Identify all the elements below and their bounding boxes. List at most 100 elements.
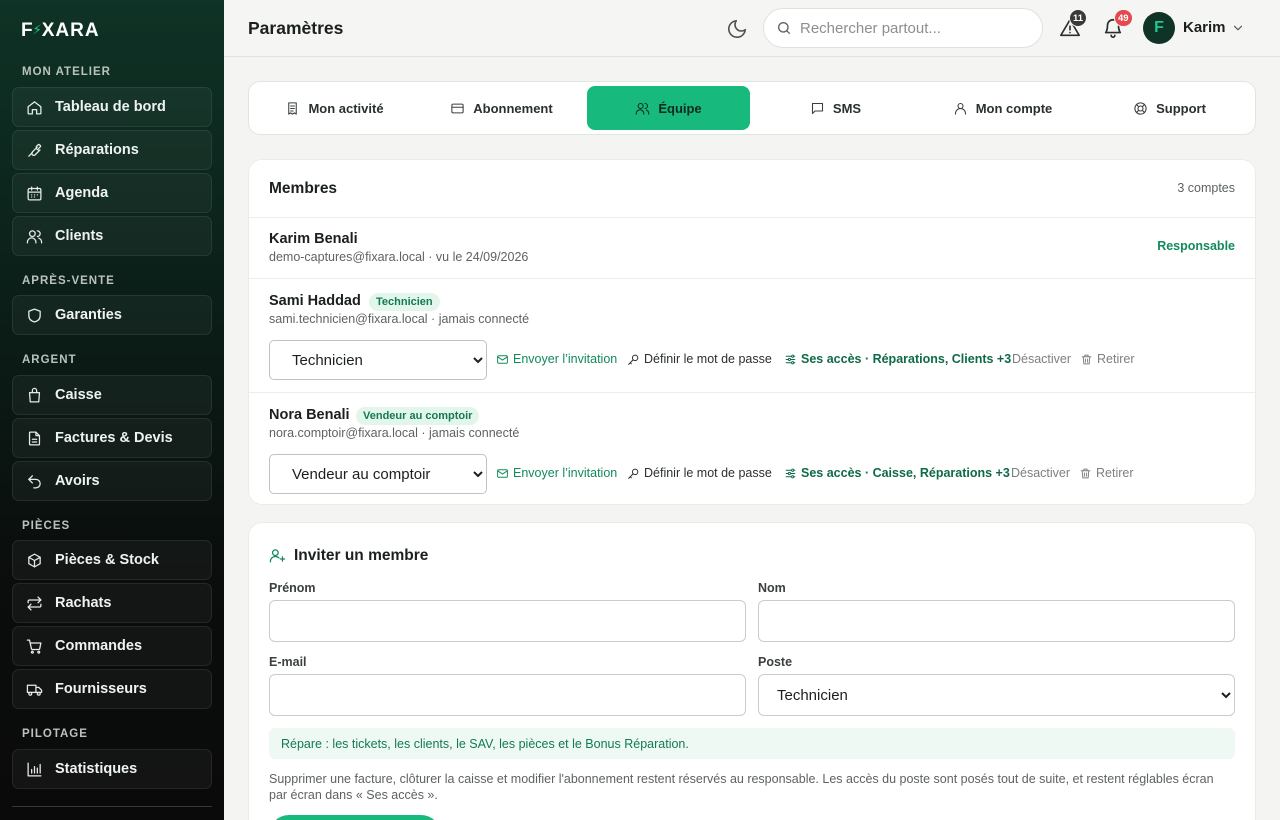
calendar-icon: [27, 185, 42, 201]
invite-title: Inviter un membre: [294, 547, 429, 564]
role-badge: Vendeur au comptoir: [356, 407, 480, 425]
key-icon: [628, 468, 639, 479]
settings-tabs: Mon activité Abonnement Équipe SMS Mon c…: [248, 81, 1256, 135]
sidebar-item-garanties[interactable]: Garanties: [12, 295, 212, 335]
sidebar-item-commandes[interactable]: Commandes: [12, 626, 212, 666]
action-label: Définir le mot de passe: [644, 466, 772, 480]
users-icon: [26, 229, 43, 244]
set-password-button[interactable]: Définir le mot de passe: [627, 466, 772, 480]
tab-support[interactable]: Support: [1088, 86, 1251, 130]
truck-icon: [26, 684, 43, 696]
sidebar-item-factures-devis[interactable]: Factures & Devis: [12, 418, 212, 458]
remove-button[interactable]: Retirer: [1079, 466, 1134, 480]
action-label: Envoyer l’invitation: [513, 466, 618, 480]
message-icon: [811, 102, 823, 114]
sidebar-item-label: Fournisseurs: [55, 681, 147, 697]
sidebar-item-label: Factures & Devis: [55, 430, 173, 446]
sidebar-item-rachats[interactable]: Rachats: [12, 583, 212, 623]
divider: [249, 392, 1255, 393]
sidebar-item-fournisseurs[interactable]: Fournisseurs: [12, 669, 212, 709]
avatar[interactable]: F: [1143, 12, 1175, 44]
global-search[interactable]: [763, 8, 1043, 48]
mail-icon: [497, 468, 508, 478]
trash-icon: [1080, 468, 1091, 478]
undo-icon: [28, 474, 41, 489]
mail-icon: [497, 354, 508, 364]
sidebar-item-caisse[interactable]: Caisse: [12, 375, 212, 415]
section-title-apres-vente: APRÈS-VENTE: [22, 275, 115, 287]
action-label: Ses accès · Caisse, Réparations +3: [801, 466, 1010, 480]
member-name: Sami Haddad: [269, 293, 361, 309]
tab-label: Mon compte: [975, 100, 1053, 116]
sidebar-item-pieces-stock[interactable]: Pièces & Stock: [12, 540, 212, 580]
credit-card-icon: [451, 103, 464, 113]
sidebar-item-label: Clients: [55, 228, 104, 244]
box-icon: [28, 552, 41, 568]
tab-label: Support: [1156, 100, 1206, 116]
send-invite-button[interactable]: Envoyer l’invitation: [496, 352, 617, 366]
email-label: E-mail: [269, 655, 307, 669]
wrench-icon: [28, 143, 42, 157]
member-name: Karim Benali: [269, 231, 358, 247]
search-input[interactable]: [800, 19, 1020, 37]
user-name[interactable]: Karim: [1183, 19, 1226, 36]
sliders-icon: [785, 354, 796, 364]
tab-equipe[interactable]: Équipe: [587, 86, 750, 130]
invite-poste-select[interactable]: Technicien: [758, 674, 1235, 716]
access-settings-button[interactable]: Ses accès · Réparations, Clients +3: [784, 352, 1011, 366]
key-icon: [628, 354, 639, 365]
brand-logo[interactable]: F⚡XARA: [21, 20, 100, 42]
tab-sms[interactable]: SMS: [754, 86, 917, 130]
user-plus-icon: [269, 549, 286, 563]
user-icon: [954, 102, 966, 115]
sidebar-item-label: Agenda: [55, 185, 109, 201]
set-password-button[interactable]: Définir le mot de passe: [627, 352, 772, 366]
divider: [249, 217, 1255, 218]
members-count: 3 comptes: [1177, 181, 1235, 195]
sidebar-item-avoirs[interactable]: Avoirs: [12, 461, 212, 501]
last-name-label: Nom: [758, 581, 786, 595]
sidebar-item-tableau-de-bord[interactable]: Tableau de bord: [12, 87, 212, 127]
tab-label: SMS: [832, 100, 862, 116]
tab-mon-compte[interactable]: Mon compte: [921, 86, 1084, 130]
member-email-status: sami.technicien@fixara.local · jamais co…: [269, 312, 530, 326]
deactivate-button[interactable]: Désactiver: [1011, 466, 1070, 480]
poste-select[interactable]: Technicien Vendeur au comptoir: [269, 454, 487, 494]
action-label: Ses accès · Réparations, Clients +3: [801, 352, 1012, 366]
sidebar-item-label: Statistiques: [55, 761, 138, 777]
permissions-note: Supprimer une facture, clôturer la caiss…: [269, 772, 1214, 802]
shield-icon: [28, 307, 41, 323]
tab-abonnement[interactable]: Abonnement: [420, 86, 583, 130]
member-email-status: demo-captures@fixara.local · vu le 24/09…: [269, 250, 529, 264]
sidebar-item-reparations[interactable]: Réparations: [12, 130, 212, 170]
remove-button[interactable]: Retirer: [1080, 352, 1135, 366]
sidebar-item-statistiques[interactable]: Statistiques: [12, 749, 212, 789]
member-email-status: nora.comptoir@fixara.local · jamais conn…: [269, 426, 520, 440]
cart-icon: [26, 638, 42, 654]
access-settings-button[interactable]: Ses accès · Caisse, Réparations +3: [784, 466, 1010, 480]
team-icon: [636, 102, 650, 115]
tab-mon-activite[interactable]: Mon activité: [253, 86, 416, 130]
tab-label: Équipe: [658, 100, 702, 116]
send-invite-button[interactable]: Envoyer l’invitation: [496, 466, 617, 480]
action-label: Définir le mot de passe: [644, 352, 772, 366]
moon-icon[interactable]: [726, 18, 748, 40]
chevron-down-icon[interactable]: [1231, 21, 1245, 35]
last-name-field[interactable]: [758, 600, 1235, 642]
invite-submit-button[interactable]: [269, 815, 441, 820]
tab-label: Mon activité: [308, 100, 384, 116]
sidebar: F⚡XARA MON ATELIER Tableau de bord Répar…: [0, 0, 224, 820]
sidebar-item-label: Commandes: [55, 638, 143, 654]
sidebar-item-label: Tableau de bord: [55, 99, 166, 115]
poste-select[interactable]: Technicien Vendeur au comptoir: [269, 340, 487, 380]
deactivate-button[interactable]: Désactiver: [1012, 352, 1071, 366]
section-title-pieces: PIÈCES: [22, 520, 71, 532]
members-card: Membres 3 comptes Karim Benali demo-capt…: [248, 159, 1256, 505]
sidebar-item-clients[interactable]: Clients: [12, 216, 212, 256]
sidebar-item-agenda[interactable]: Agenda: [12, 173, 212, 213]
email-field[interactable]: [269, 674, 746, 716]
sidebar-item-label: Garanties: [55, 307, 122, 323]
role-badge: Technicien: [369, 293, 440, 311]
action-label: Envoyer l’invitation: [513, 352, 618, 366]
first-name-field[interactable]: [269, 600, 746, 642]
